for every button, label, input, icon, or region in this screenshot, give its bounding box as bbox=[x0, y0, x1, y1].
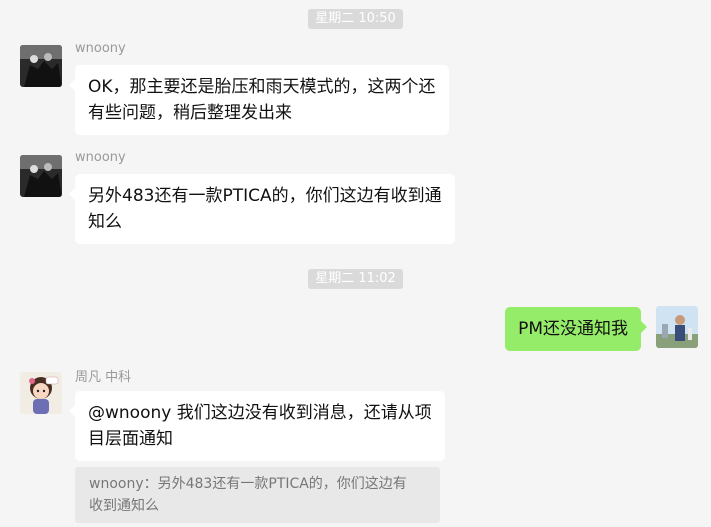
timestamp-label: 星期二 10:50 bbox=[308, 9, 403, 29]
sender-name: wnoony bbox=[75, 41, 126, 56]
message-bubble[interactable]: OK，那主要还是胎压和雨天模式的，这两个还 有些问题，稍后整理发出来 bbox=[69, 65, 449, 135]
message-line: OK，那主要还是胎压和雨天模式的，这两个还 bbox=[88, 77, 436, 97]
timestamp-label: 星期二 11:02 bbox=[308, 269, 403, 289]
avatar[interactable] bbox=[20, 372, 62, 414]
avatar-photo-icon bbox=[656, 306, 698, 348]
sender-name: wnoony bbox=[75, 150, 126, 165]
avatar[interactable] bbox=[20, 155, 62, 197]
sender-name: 周凡 中科 bbox=[75, 370, 132, 385]
timestamp-separator: 星期二 11:02 bbox=[0, 267, 711, 289]
message-line: 知么 bbox=[88, 212, 122, 232]
message-bubble[interactable]: @wnoony 我们这边没有收到消息，还请从项 目层面通知 bbox=[69, 391, 445, 461]
quote-line: wnoony：另外483还有一款PTICA的，你们这边有 bbox=[89, 476, 407, 492]
message-line: 另外483还有一款PTICA的，你们这边有收到通 bbox=[88, 186, 442, 206]
message-line: @wnoony 我们这边没有收到消息，还请从项 bbox=[88, 403, 432, 423]
timestamp-separator: 星期二 10:50 bbox=[0, 7, 711, 29]
avatar[interactable] bbox=[20, 45, 62, 87]
message-line: 有些问题，稍后整理发出来 bbox=[88, 103, 292, 123]
quote-line: 收到通知么 bbox=[89, 498, 159, 514]
avatar-cartoon-icon bbox=[20, 372, 62, 414]
message-bubble[interactable]: 另外483还有一款PTICA的，你们这边有收到通 知么 bbox=[69, 174, 455, 244]
quoted-message[interactable]: wnoony：另外483还有一款PTICA的，你们这边有 收到通知么 bbox=[75, 467, 440, 523]
avatar-photo-icon bbox=[20, 45, 62, 87]
avatar-self[interactable] bbox=[656, 306, 698, 348]
message-bubble-sent[interactable]: PM还没通知我 bbox=[505, 307, 647, 351]
avatar-photo-icon bbox=[20, 155, 62, 197]
message-line: 目层面通知 bbox=[88, 429, 173, 449]
message-text: PM还没通知我 bbox=[518, 319, 628, 339]
